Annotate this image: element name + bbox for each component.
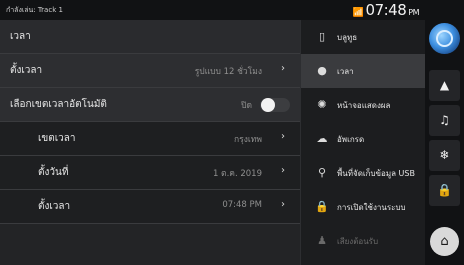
- time-format-row[interactable]: ตั้งเวลา รูปแบบ 12 ชั่วโมง ›: [0, 54, 300, 88]
- row-label: เขตเวลา: [38, 133, 76, 144]
- brightness-icon: ✺: [317, 98, 327, 111]
- menu-item-upgrade[interactable]: ☁ อัพเกรด: [301, 122, 426, 156]
- menu-item-label: บลูทูธ: [337, 33, 358, 42]
- home-icon[interactable]: ⌂: [430, 227, 459, 256]
- clock-icon: ●: [317, 64, 327, 77]
- toggle-knob: [261, 98, 275, 112]
- status-clock: 📶 07:48 PM: [352, 1, 420, 19]
- settings-list: เวลา ตั้งเวลา รูปแบบ 12 ชั่วโมง › เลือกเ…: [0, 20, 300, 265]
- row-value: รูปแบบ 12 ชั่วโมง: [194, 67, 262, 77]
- climate-icon[interactable]: ❄: [429, 140, 460, 171]
- settings-menu: ▯ บลูทูธ ● เวลา ✺ หน้าจอแสดงผล ☁ อัพเกรด…: [300, 20, 426, 265]
- row-value: ปิด: [241, 101, 252, 111]
- menu-item-label: เวลา: [337, 67, 354, 76]
- lock-icon[interactable]: 🔒: [429, 175, 460, 206]
- menu-item-usb-storage[interactable]: ⚲ พื้นที่จัดเก็บข้อมูล USB: [301, 156, 426, 190]
- clock-time: 07:48: [365, 1, 407, 19]
- row-value: 07:48 PM: [222, 200, 262, 210]
- row-value: 1 ต.ค. 2019: [212, 169, 262, 179]
- set-date-row[interactable]: ตั้งวันที่ 1 ต.ค. 2019 ›: [0, 156, 300, 190]
- status-bar: กำลังเล่น: Track 1 📶 07:48 PM: [0, 0, 425, 20]
- menu-item-display[interactable]: ✺ หน้าจอแสดงผล: [301, 88, 426, 122]
- right-rail: ▲ ♫ ❄ 🔒 ⌂: [425, 0, 464, 265]
- auto-timezone-row[interactable]: เลือกเขตเวลาอัตโนมัติ ปิด: [0, 88, 300, 122]
- menu-item-label: อัพเกรด: [337, 135, 365, 144]
- menu-item-label: หน้าจอแสดงผล: [337, 101, 391, 110]
- person-icon: ♟: [317, 234, 327, 247]
- now-playing-text[interactable]: กำลังเล่น: Track 1: [6, 5, 63, 16]
- lock-icon: 🔒: [315, 200, 329, 213]
- menu-item-welcome-sound[interactable]: ♟ เสียงต้อนรับ: [301, 224, 426, 258]
- menu-item-label: พื้นที่จัดเก็บข้อมูล USB: [337, 169, 415, 178]
- row-label: เลือกเขตเวลาอัตโนมัติ: [10, 99, 107, 110]
- infotainment-screen: กำลังเล่น: Track 1 📶 07:48 PM เวลา ตั้งเวล…: [0, 0, 464, 265]
- cloud-upgrade-icon: ☁: [316, 132, 328, 145]
- signal-icon: 📶: [352, 8, 364, 18]
- row-value: กรุงเทพ: [234, 135, 262, 145]
- navigation-icon[interactable]: ▲: [429, 70, 460, 101]
- chevron-right-icon: ›: [281, 165, 285, 176]
- bluetooth-icon: ▯: [318, 30, 326, 43]
- brand-logo-icon[interactable]: [429, 23, 460, 54]
- section-title-label: เวลา: [10, 31, 31, 42]
- chevron-right-icon: ›: [281, 131, 285, 142]
- clock-ampm: PM: [408, 8, 419, 17]
- chevron-right-icon: ›: [281, 199, 285, 210]
- set-time-row[interactable]: ตั้งเวลา 07:48 PM ›: [0, 190, 300, 224]
- usb-icon: ⚲: [317, 166, 327, 179]
- settings-section-title: เวลา: [0, 20, 300, 54]
- timezone-row[interactable]: เขตเวลา กรุงเทพ ›: [0, 122, 300, 156]
- menu-item-bluetooth[interactable]: ▯ บลูทูธ: [301, 20, 426, 54]
- chevron-right-icon: ›: [281, 63, 285, 74]
- auto-timezone-toggle[interactable]: [260, 98, 290, 112]
- menu-item-label: การเปิดใช้งานระบบ: [337, 203, 406, 212]
- menu-item-label: เสียงต้อนรับ: [337, 237, 379, 246]
- menu-item-system-activation[interactable]: 🔒 การเปิดใช้งานระบบ: [301, 190, 426, 224]
- menu-item-time[interactable]: ● เวลา: [301, 54, 426, 88]
- row-label: ตั้งวันที่: [38, 167, 69, 178]
- row-label: ตั้งเวลา: [10, 65, 43, 76]
- music-icon[interactable]: ♫: [429, 105, 460, 136]
- row-label: ตั้งเวลา: [38, 201, 71, 212]
